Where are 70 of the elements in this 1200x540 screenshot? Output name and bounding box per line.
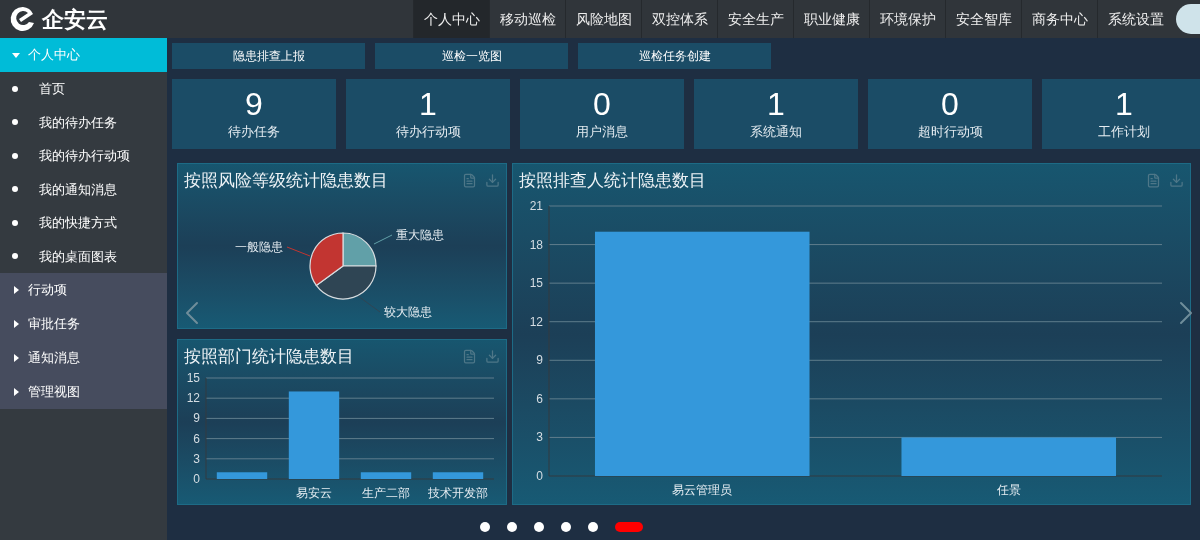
stat-card[interactable]: 0 用户消息 bbox=[520, 79, 684, 149]
stat-label: 系统通知 bbox=[750, 123, 802, 142]
stat-label: 待办任务 bbox=[228, 123, 280, 142]
pie-label: 重大隐患 bbox=[396, 227, 444, 242]
sidebar-item[interactable]: 我的通知消息 bbox=[0, 172, 167, 206]
bar bbox=[432, 471, 484, 479]
logo-text: 企安云 bbox=[42, 5, 108, 34]
axis-category-label: 生产二部 bbox=[362, 485, 410, 500]
sidebar-item[interactable]: 我的桌面图表 bbox=[0, 239, 167, 273]
axis-tick-label: 9 bbox=[536, 352, 543, 367]
avatar[interactable] bbox=[1176, 4, 1200, 34]
stat-value: 9 bbox=[245, 86, 263, 123]
caret-right-icon bbox=[12, 354, 20, 362]
bar bbox=[216, 471, 268, 479]
axis-tick-label: 6 bbox=[536, 391, 543, 406]
stat-label: 待办行动项 bbox=[395, 123, 461, 142]
caret-right-icon bbox=[12, 320, 20, 328]
axis-tick-label: 0 bbox=[536, 468, 543, 483]
sidebar-item[interactable]: 我的待办任务 bbox=[0, 105, 167, 139]
stat-card[interactable]: 0 超时行动项 bbox=[868, 79, 1032, 149]
stat-value: 0 bbox=[593, 86, 611, 123]
axis-tick-label: 3 bbox=[536, 429, 543, 444]
axis-tick-label: 15 bbox=[529, 275, 543, 290]
axis-category-label: 技术开发部 bbox=[428, 485, 488, 500]
sidebar-item[interactable]: 我的待办行动项 bbox=[0, 139, 167, 173]
caret-down-icon bbox=[12, 51, 20, 59]
axis-tick-label: 6 bbox=[193, 431, 200, 446]
stat-card[interactable]: 1 系统通知 bbox=[694, 79, 858, 149]
axis-tick-label: 0 bbox=[193, 471, 200, 486]
document-icon[interactable] bbox=[462, 173, 477, 189]
axis-category-label: 易云管理员 bbox=[672, 482, 733, 497]
axis-category-label: 易安云 bbox=[296, 485, 332, 500]
sidebar-item[interactable]: 首页 bbox=[0, 72, 167, 106]
stat-value: 1 bbox=[419, 86, 437, 123]
pie-label: 一般隐患 bbox=[235, 239, 283, 254]
caret-right-icon bbox=[12, 286, 20, 294]
download-icon[interactable] bbox=[485, 173, 500, 189]
stat-card[interactable]: 1 待办行动项 bbox=[346, 79, 510, 149]
stat-label: 工作计划 bbox=[1098, 123, 1150, 142]
stat-card[interactable]: 1 工作计划 bbox=[1042, 79, 1200, 149]
download-icon[interactable] bbox=[485, 349, 500, 365]
document-icon[interactable] bbox=[462, 349, 477, 365]
axis-tick-label: 18 bbox=[529, 237, 543, 252]
axis-tick-label: 12 bbox=[186, 390, 200, 405]
leader-line bbox=[373, 234, 393, 244]
panel-title: 按照排查人统计隐患数目 bbox=[519, 170, 706, 192]
axis-tick-label: 3 bbox=[193, 451, 200, 466]
pie-label: 较大隐患 bbox=[384, 304, 432, 319]
stat-card[interactable]: 9 待办任务 bbox=[172, 79, 336, 149]
bar bbox=[360, 471, 412, 479]
stat-label: 超时行动项 bbox=[917, 123, 983, 142]
axis-tick-label: 15 bbox=[186, 370, 200, 385]
sidebar-item[interactable]: 我的快捷方式 bbox=[0, 206, 167, 240]
quick-action-button[interactable]: 隐患排查上报 bbox=[172, 43, 365, 69]
panel-title: 按照部门统计隐患数目 bbox=[184, 346, 354, 368]
quick-action-button[interactable]: 巡检任务创建 bbox=[578, 43, 771, 69]
axis-tick-label: 21 bbox=[529, 198, 543, 213]
caret-right-icon bbox=[12, 388, 20, 396]
stat-label: 用户消息 bbox=[576, 123, 628, 142]
nav-tab[interactable]: 个人中心 bbox=[413, 0, 489, 38]
quick-action-button[interactable]: 巡检一览图 bbox=[375, 43, 568, 69]
leader-line bbox=[357, 295, 381, 312]
stat-value: 1 bbox=[767, 86, 785, 123]
panel-title: 按照风险等级统计隐患数目 bbox=[184, 170, 388, 192]
axis-tick-label: 9 bbox=[193, 410, 200, 425]
stat-value: 0 bbox=[941, 86, 959, 123]
leader-line bbox=[286, 246, 311, 256]
stat-value: 1 bbox=[1115, 86, 1133, 123]
axis-category-label: 任景 bbox=[996, 482, 1021, 497]
axis-tick-label: 12 bbox=[529, 314, 543, 329]
